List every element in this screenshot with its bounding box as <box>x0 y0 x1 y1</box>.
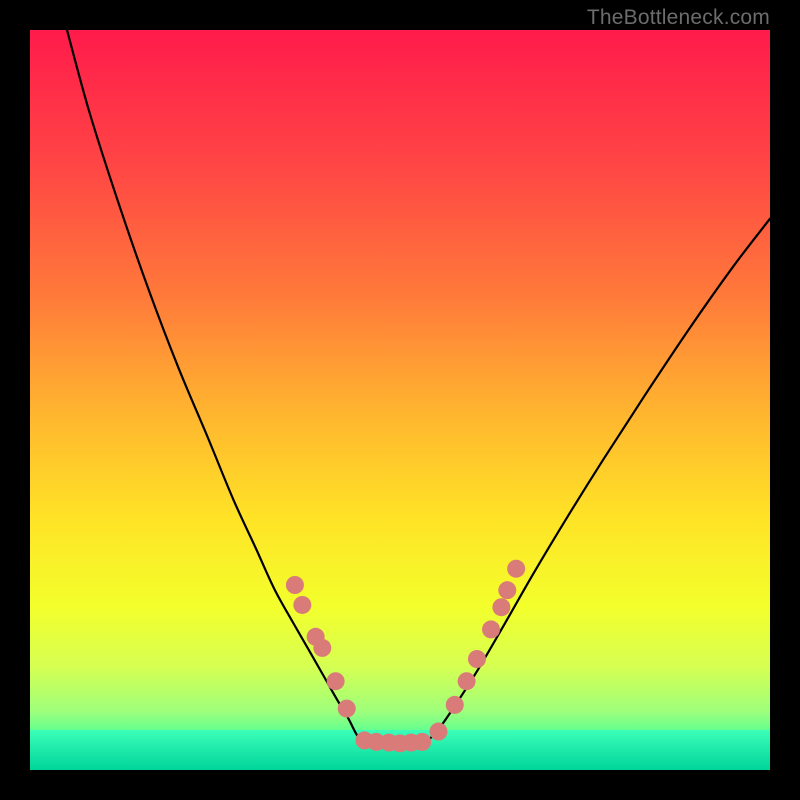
highlight-dot <box>498 581 516 599</box>
gradient-background <box>30 30 770 770</box>
highlight-dot <box>429 723 447 741</box>
highlight-dot <box>327 672 345 690</box>
chart-frame: TheBottleneck.com <box>0 0 800 800</box>
highlight-dot <box>338 700 356 718</box>
highlight-dot <box>458 672 476 690</box>
chart-svg <box>30 30 770 770</box>
highlight-dot <box>468 650 486 668</box>
highlight-dot <box>313 639 331 657</box>
highlight-dot <box>507 560 525 578</box>
plot-area <box>30 30 770 770</box>
highlight-dot <box>286 576 304 594</box>
highlight-dot <box>492 598 510 616</box>
watermark-text: TheBottleneck.com <box>587 6 770 30</box>
highlight-dot <box>413 733 431 751</box>
highlight-dot <box>446 696 464 714</box>
highlight-dot <box>293 596 311 614</box>
highlight-dot <box>482 620 500 638</box>
